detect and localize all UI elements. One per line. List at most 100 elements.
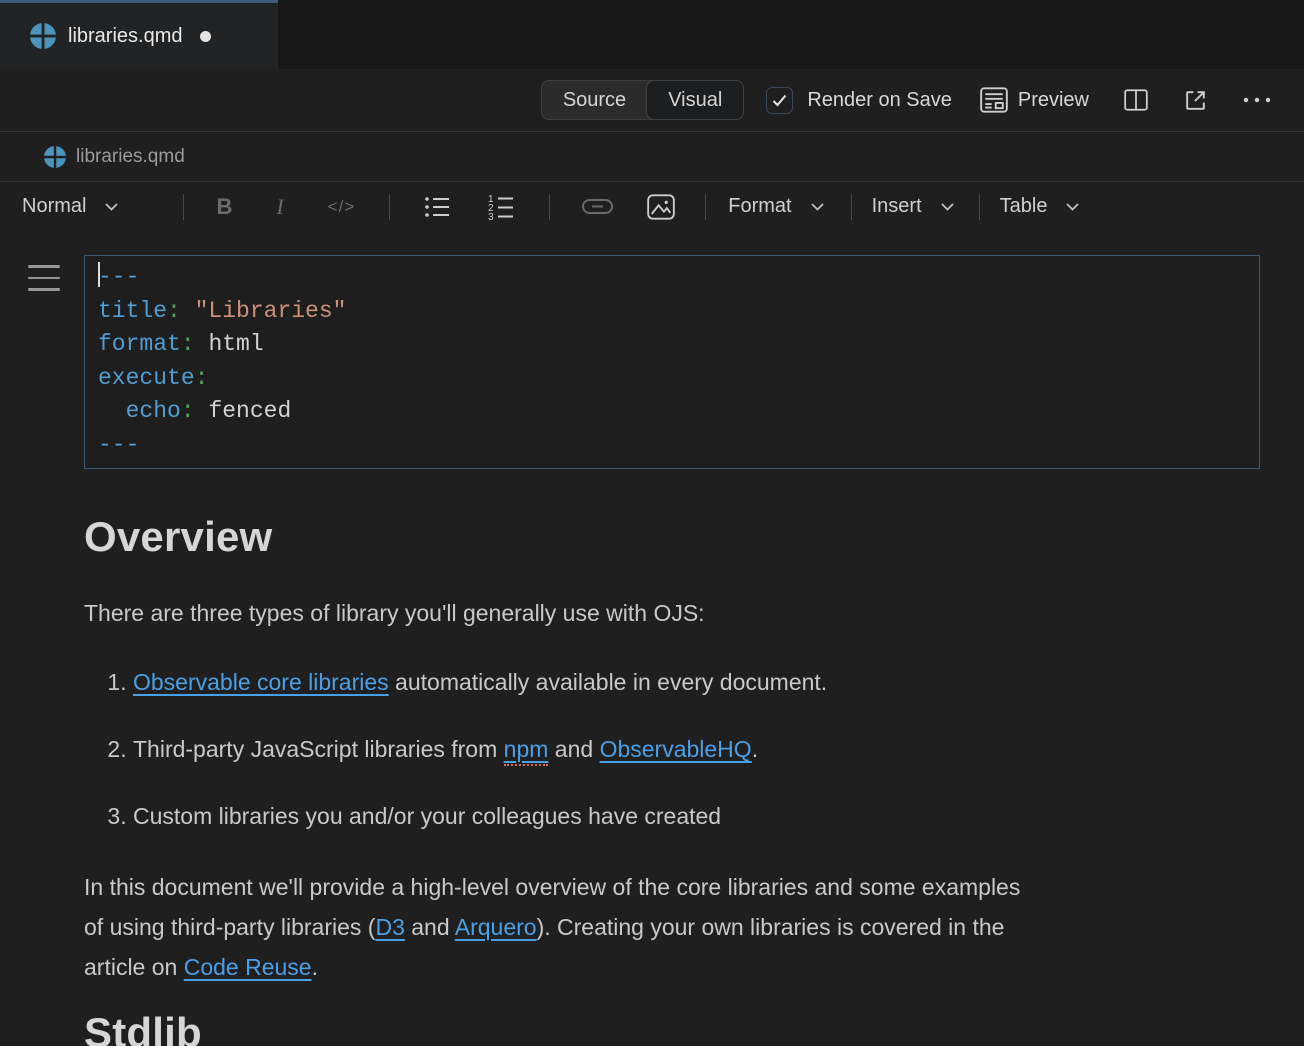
block-menu-handle[interactable] (28, 265, 60, 300)
link-button[interactable] (582, 199, 613, 214)
text-run: title (98, 298, 167, 324)
split-editor-icon (1123, 87, 1149, 113)
toolbar-separator (705, 194, 706, 220)
hamburger-icon (28, 265, 60, 268)
editor-header: Source Visual Render on Save (0, 69, 1304, 131)
insert-dropdown-label: Insert (872, 195, 922, 218)
text-run: article on (84, 954, 184, 980)
ellipsis-icon (1242, 96, 1272, 104)
closing-paragraph: In this document we'll provide a high-le… (84, 867, 1244, 987)
source-mode-button[interactable]: Source (542, 81, 647, 119)
code-button[interactable]: </> (328, 197, 356, 217)
svg-text:3: 3 (488, 212, 494, 220)
doc-link[interactable]: npm (504, 736, 549, 766)
doc-link[interactable]: D3 (375, 914, 404, 940)
list-item: Third-party JavaScript libraries from np… (133, 733, 1260, 766)
visual-mode-button[interactable]: Visual (646, 80, 744, 120)
breadcrumb-file[interactable]: libraries.qmd (76, 146, 185, 168)
toolbar-separator (389, 194, 390, 220)
yaml-line: --- (98, 429, 1246, 463)
text-run (98, 398, 126, 424)
preview-button[interactable]: Preview (980, 87, 1089, 113)
intro-paragraph: There are three types of library you'll … (84, 597, 1260, 630)
numbered-list-icon: 1 2 3 (487, 193, 515, 220)
text-run: Custom libraries you and/or your colleag… (133, 803, 721, 829)
preview-icon (980, 87, 1008, 113)
text-run: automatically available in every documen… (389, 669, 828, 695)
list-item: Custom libraries you and/or your colleag… (133, 800, 1260, 833)
toolbar-separator (549, 194, 550, 220)
bold-icon: B (216, 194, 232, 220)
quarto-visual-editor-window: libraries.qmd Source Visual Render on Sa… (0, 0, 1304, 1046)
image-button[interactable] (647, 194, 675, 220)
text-run: and (405, 914, 455, 940)
image-icon (647, 194, 675, 220)
insert-dropdown[interactable]: Insert (872, 195, 955, 218)
text-run: : (181, 331, 195, 357)
text-run: fenced (195, 398, 292, 424)
text-run: --- (98, 432, 139, 458)
render-on-save-checkbox[interactable] (766, 87, 793, 114)
doc-link[interactable]: ObservableHQ (600, 736, 752, 762)
doc-link[interactable]: Arquero (455, 914, 537, 940)
chevron-down-icon (104, 202, 119, 212)
bullet-list-icon (424, 195, 451, 219)
yaml-metadata-block[interactable]: --- title: "Libraries" format: html exec… (84, 255, 1260, 469)
text-run: and (548, 736, 599, 762)
editor-tab-libraries-qmd[interactable]: libraries.qmd (0, 0, 278, 69)
format-dropdown-label: Format (728, 195, 791, 218)
bullet-list-button[interactable] (424, 195, 451, 219)
paragraph-style-dropdown[interactable]: Normal (22, 195, 119, 218)
hamburger-icon (28, 288, 60, 291)
list-item: Observable core libraries automatically … (133, 666, 1260, 699)
source-visual-toggle: Source Visual (541, 80, 745, 120)
breadcrumb: libraries.qmd (0, 131, 1304, 181)
check-icon (771, 93, 788, 108)
toolbar-separator (851, 194, 852, 220)
text-run: execute (98, 365, 195, 391)
open-external-button[interactable] (1183, 88, 1208, 113)
modified-indicator-dot[interactable] (200, 31, 211, 42)
doc-link[interactable]: Observable core libraries (133, 669, 389, 695)
more-actions-button[interactable] (1242, 96, 1272, 104)
italic-button[interactable]: I (276, 194, 283, 220)
toolbar-separator (183, 194, 184, 220)
yaml-line: execute: (98, 362, 1246, 396)
text-run: format (98, 331, 181, 357)
text-run: echo (126, 398, 181, 424)
heading-stdlib: Stdlib (84, 1009, 1260, 1046)
text-run: : (195, 365, 209, 391)
format-dropdown[interactable]: Format (728, 195, 824, 218)
numbered-list-button[interactable]: 1 2 3 (487, 193, 515, 220)
text-run: of using third-party libraries ( (84, 914, 375, 940)
toolbar-separator (979, 194, 980, 220)
table-dropdown[interactable]: Table (1000, 195, 1081, 218)
yaml-line: title: "Libraries" (98, 295, 1246, 329)
text-run: : (167, 298, 181, 324)
render-on-save-label: Render on Save (807, 89, 952, 112)
text-run: . (312, 954, 318, 980)
text-run: html (195, 331, 264, 357)
text-run: Third-party JavaScript libraries from (133, 736, 504, 762)
text-run: "Libraries" (181, 298, 347, 324)
paragraph-style-value: Normal (22, 195, 86, 218)
render-on-save-control[interactable]: Render on Save (766, 87, 952, 114)
chevron-down-icon (810, 202, 825, 212)
doc-link[interactable]: Code Reuse (184, 954, 312, 980)
tab-title: libraries.qmd (68, 25, 182, 48)
split-editor-button[interactable] (1123, 87, 1149, 113)
chevron-down-icon (940, 202, 955, 212)
text-run: ). Creating your own libraries is covere… (537, 914, 1005, 940)
text-run: : (181, 398, 195, 424)
library-types-list: Observable core libraries automatically … (84, 666, 1260, 833)
link-icon (582, 199, 613, 214)
quarto-file-icon (30, 23, 56, 49)
open-external-icon (1183, 88, 1208, 113)
tab-bar: libraries.qmd (0, 0, 1304, 69)
bold-button[interactable]: B (216, 194, 232, 220)
format-toolbar: Normal B I </> (0, 181, 1304, 231)
text-run: In this document we'll provide a high-le… (84, 874, 1020, 900)
yaml-line: --- (98, 261, 1246, 295)
chevron-down-icon (1065, 202, 1080, 212)
document-editor[interactable]: --- title: "Libraries" format: html exec… (0, 231, 1304, 1046)
